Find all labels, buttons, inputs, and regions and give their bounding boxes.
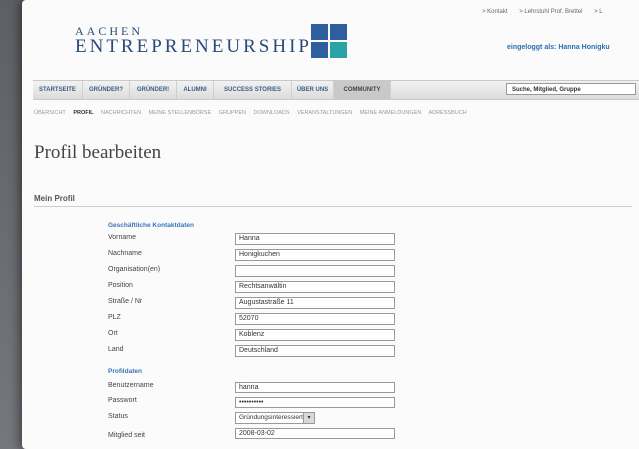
logo-text-main[interactable]: ENTREPRENEURSHIP [75, 36, 312, 58]
nav-gruender-question[interactable]: GRÜNDER? [83, 81, 130, 99]
strasse-field[interactable]: Augustastraße 11 [235, 297, 395, 309]
nav-success-stories[interactable]: SUCCESS STORIES [214, 81, 292, 99]
subnav-downloads[interactable]: DOWNLOADS [254, 110, 290, 116]
profile-group-title: Profildaten [108, 368, 142, 375]
field-label-passwort: Passwort [108, 397, 137, 404]
field-label-nachname: Nachname [108, 250, 142, 257]
dropdown-arrow-icon[interactable]: ▾ [303, 413, 314, 423]
nachname-field[interactable]: Honigkuchen [235, 249, 395, 261]
logo-square [311, 42, 328, 58]
nav-startseite[interactable]: STARTSEITE [33, 81, 83, 99]
subnav-adressbuch[interactable]: ADRESSBUCH [428, 110, 466, 116]
land-field[interactable]: Deutschland [235, 345, 395, 357]
nav-ueber-uns[interactable]: ÜBER UNS [292, 81, 334, 99]
field-label-organisation: Organisation(en) [108, 266, 161, 273]
page-title: Profil bearbeiten [34, 142, 162, 163]
subnav-anmeldungen[interactable]: MEINE ANMELDUNGEN [360, 110, 421, 116]
ort-field[interactable]: Koblenz [235, 329, 395, 341]
logo-square-accent [330, 42, 347, 58]
subnav-gruppen[interactable]: GRUPPEN [219, 110, 246, 116]
status-select-value: Gründungsinteressiert [239, 414, 303, 421]
password-field[interactable]: •••••••••• [235, 397, 395, 408]
section-title: Mein Profil [34, 194, 75, 203]
field-label-mitglied-seit: Mitglied seit [108, 432, 145, 439]
field-label-benutzername: Benutzername [108, 382, 154, 389]
top-link-kontakt[interactable]: > Kontakt [482, 9, 508, 15]
field-label-ort: Ort [108, 330, 118, 337]
field-label-plz: PLZ [108, 314, 121, 321]
field-label-vorname: Vorname [108, 234, 137, 241]
subnav-stellenboerse[interactable]: MEINE STELLENBÖRSE [149, 110, 212, 116]
browser-page: > Kontakt > Lehrstuhl Prof. Brettel > L … [22, 0, 639, 449]
position-field[interactable]: Rechtsanwältin [235, 281, 395, 293]
status-select[interactable]: Gründungsinteressiert ▾ [235, 412, 315, 424]
logo-square [311, 24, 328, 40]
nav-gruender-exclaim[interactable]: GRÜNDER! [130, 81, 177, 99]
top-link-more[interactable]: > L [594, 9, 603, 15]
username-field[interactable]: hanna [235, 382, 395, 393]
field-label-status: Status [108, 413, 128, 420]
subnav-uebersicht[interactable]: ÜBERSICHT [34, 110, 66, 116]
contact-group-title: Geschäftliche Kontaktdaten [108, 222, 194, 229]
nav-community[interactable]: COMMUNITY [334, 81, 391, 99]
top-links: > Kontakt > Lehrstuhl Prof. Brettel > L [482, 9, 613, 15]
logged-in-user[interactable]: eingeloggt als: Hanna Honigku [507, 44, 610, 51]
subnav-veranstaltungen[interactable]: VERANSTALTUNGEN [297, 110, 352, 116]
logo-square [330, 24, 347, 40]
field-label-position: Position [108, 282, 133, 289]
organisation-field[interactable] [235, 265, 395, 277]
subnav-profil[interactable]: PROFIL [73, 110, 93, 116]
member-since-field: 2008-03-02 [235, 428, 395, 439]
logo-squares-icon [311, 24, 349, 60]
section-divider [34, 206, 632, 207]
plz-field[interactable]: 52070 [235, 313, 395, 325]
field-label-strasse: Straße / Nr [108, 298, 143, 305]
search-input[interactable]: Suche, Mitglied, Gruppe [506, 83, 636, 95]
vorname-field[interactable]: Hanna [235, 233, 395, 245]
nav-alumni[interactable]: ALUMNI [177, 81, 214, 99]
subnav-nachrichten[interactable]: NACHRICHTEN [101, 110, 141, 116]
top-link-lehrstuhl[interactable]: > Lehrstuhl Prof. Brettel [519, 9, 582, 15]
field-label-land: Land [108, 346, 124, 353]
sub-nav: ÜBERSICHT PROFIL NACHRICHTEN MEINE STELL… [34, 110, 473, 116]
